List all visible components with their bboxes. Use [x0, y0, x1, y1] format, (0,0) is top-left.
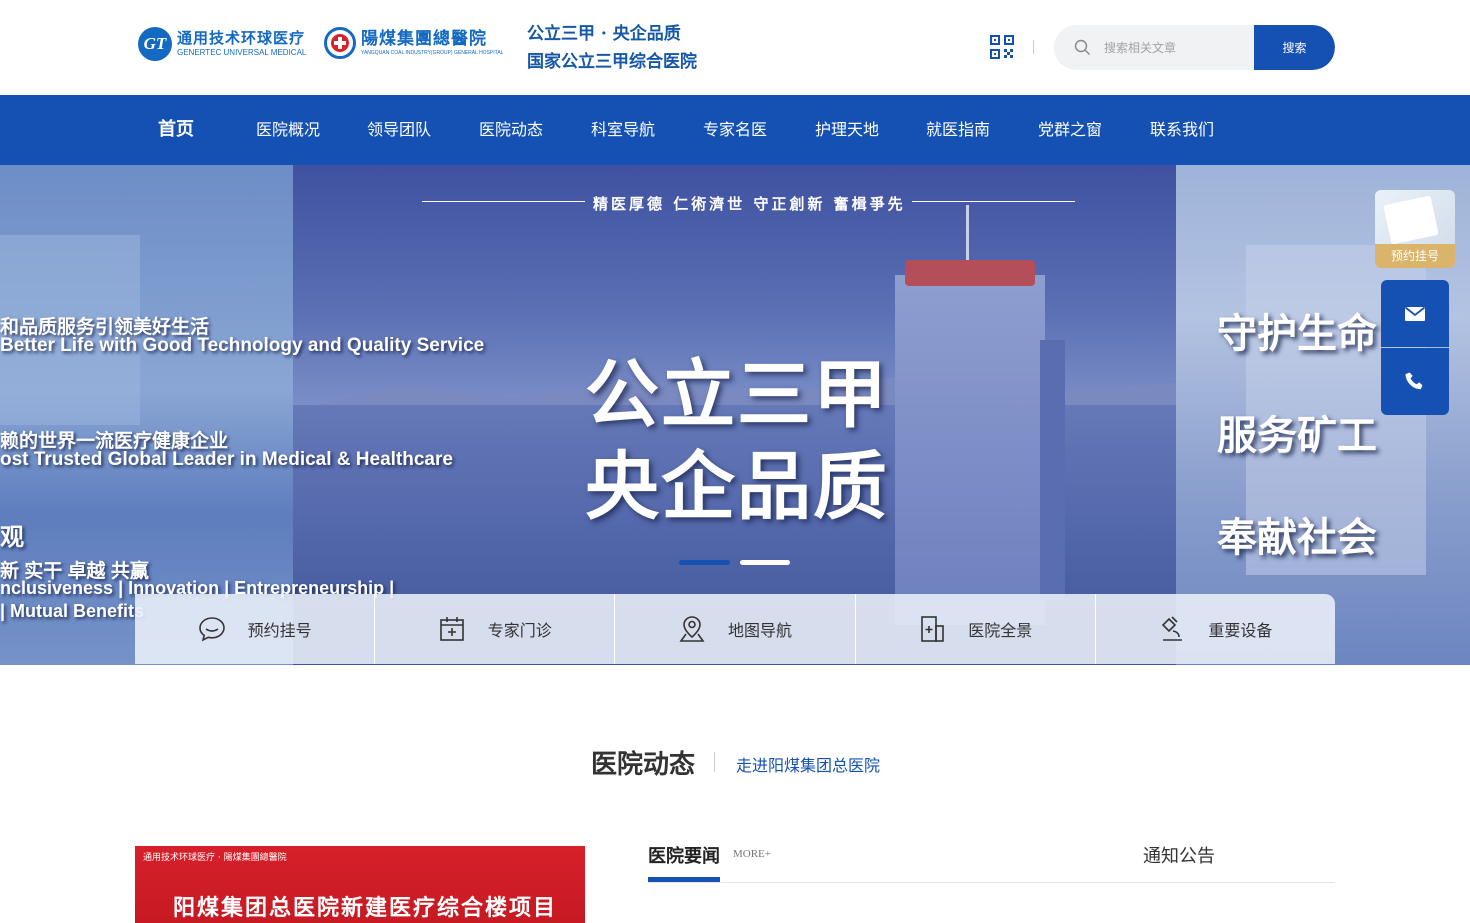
float-phone-button[interactable] [1381, 348, 1449, 415]
tab-notices[interactable]: 通知公告 [1143, 842, 1215, 868]
appointment-form-icon [1383, 195, 1439, 245]
float-mail-button[interactable] [1381, 280, 1449, 347]
quick-link-map[interactable]: 地图导航 [615, 594, 856, 664]
hospital-building-image [895, 275, 1045, 625]
news-feature-image[interactable]: 通用技术环球医疗 · 陽煤集團總醫院 阳煤集团总医院新建医疗综合楼项目 [135, 846, 585, 923]
nav-item-departments[interactable]: 科室导航 [591, 95, 655, 165]
tab-baseline [648, 882, 1335, 883]
nav-item-home[interactable]: 首页 [158, 95, 194, 165]
news-image-logos: 通用技术环球医疗 · 陽煤集團總醫院 [143, 853, 287, 863]
main-nav: 首页 医院概况 领导团队 医院动态 科室导航 专家名医 护理天地 就医指南 党群… [0, 95, 1470, 165]
quick-link-equipment[interactable]: 重要设备 [1095, 594, 1335, 664]
slogan-line-1: 公立三甲 · 央企品质 [527, 24, 681, 44]
slogan-line-2: 国家公立三甲综合医院 [527, 52, 697, 72]
phone-icon [1405, 372, 1423, 389]
nav-item-leadership[interactable]: 领导团队 [367, 95, 431, 165]
banner-left-text: Better Life with Good Technology and Qua… [0, 335, 485, 356]
quick-link-panorama[interactable]: 医院全景 [855, 594, 1096, 664]
building-icon [921, 616, 945, 642]
nav-item-party[interactable]: 党群之窗 [1038, 95, 1102, 165]
site-header: GT 通用技术环球医疗 GENERTEC UNIVERSAL MEDICAL 陽… [0, 0, 1470, 95]
section-subtitle: 走进阳煤集团总医院 [736, 756, 881, 775]
nav-item-experts[interactable]: 专家名医 [703, 95, 767, 165]
chat-bubble-icon [198, 617, 225, 642]
calendar-plus-icon [439, 617, 464, 641]
float-appointment-button[interactable]: 预约挂号 [1375, 190, 1455, 268]
genertec-logo-cn: 通用技术环球医疗 [177, 29, 306, 47]
hospital-logo-cn: 陽煤集團總醫院 [361, 29, 487, 48]
search-icon [1074, 39, 1090, 55]
mail-icon [1404, 306, 1426, 321]
genertec-logo-mark: GT [138, 27, 172, 61]
banner-motto: 精医厚德 仁術濟世 守正創新 奮楫爭先 [593, 195, 906, 213]
news-image-title: 阳煤集团总医院新建医疗综合楼项目 [173, 895, 558, 921]
quick-link-label: 专家门诊 [487, 621, 552, 640]
qr-code-icon[interactable] [990, 35, 1014, 59]
genertec-logo-en: GENERTEC UNIVERSAL MEDICAL [177, 48, 307, 57]
quick-link-expert-clinic[interactable]: 专家门诊 [375, 594, 616, 664]
genertec-logo[interactable]: GT 通用技术环球医疗 GENERTEC UNIVERSAL MEDICAL [138, 27, 306, 61]
quick-links: 预约挂号 专家门诊 地图导航 医院全景 重要设备 [135, 594, 1335, 664]
tab-hospital-news[interactable]: 医院要闻 [648, 842, 720, 868]
quick-link-label: 预约挂号 [247, 621, 312, 640]
search-input[interactable] [1104, 25, 1254, 70]
nav-item-contact[interactable]: 联系我们 [1150, 95, 1214, 165]
more-link[interactable]: MORE+ [733, 848, 771, 860]
carousel-dot-2[interactable] [740, 560, 790, 565]
hospital-logo[interactable]: 陽煤集團總醫院 YANGQUAN COAL INDUSTRY(GROUP) GE… [324, 27, 503, 59]
float-appointment-label: 预约挂号 [1375, 244, 1455, 268]
quick-link-label: 地图导航 [728, 621, 793, 640]
map-pin-icon [679, 616, 705, 642]
header-slogan: 公立三甲 · 央企品质 国家公立三甲综合医院 [527, 20, 697, 76]
nav-item-guide[interactable]: 就医指南 [926, 95, 990, 165]
quick-link-label: 重要设备 [1208, 621, 1273, 640]
hospital-cross-icon [324, 27, 356, 59]
quick-link-appointment[interactable]: 预约挂号 [135, 594, 376, 664]
banner-right-text: 服务矿工 [1217, 413, 1377, 459]
banner-right-text: 守护生命 [1217, 311, 1377, 357]
search-button[interactable]: 搜索 [1254, 25, 1335, 70]
section-title: 医院动态 [591, 750, 696, 780]
nav-item-nursing[interactable]: 护理天地 [815, 95, 879, 165]
banner-headline-2: 央企品质 [585, 444, 889, 530]
nav-item-news[interactable]: 医院动态 [479, 95, 543, 165]
quick-link-label: 医院全景 [968, 621, 1033, 640]
nav-item-overview[interactable]: 医院概况 [256, 95, 320, 165]
banner-headline-1: 公立三甲 [585, 352, 889, 438]
microscope-icon [1162, 616, 1183, 641]
banner-left-text: ost Trusted Global Leader in Medical & H… [0, 449, 453, 470]
banner-left-text: 观 [0, 524, 24, 551]
hospital-logo-en: YANGQUAN COAL INDUSTRY(GROUP) GENERAL HO… [361, 50, 504, 56]
hero-banner[interactable]: 精医厚德 仁術濟世 守正創新 奮楫爭先 公立三甲 央企品质 和品质服务引领美好生… [0, 165, 1470, 665]
section-divider [714, 752, 715, 772]
banner-right-text: 奉献社会 [1217, 515, 1377, 561]
header-divider [1033, 40, 1034, 54]
banner-left-text: | Mutual Benefits [0, 601, 145, 621]
search-box: 搜索 [1054, 25, 1335, 70]
carousel-dot-1[interactable] [679, 560, 730, 565]
